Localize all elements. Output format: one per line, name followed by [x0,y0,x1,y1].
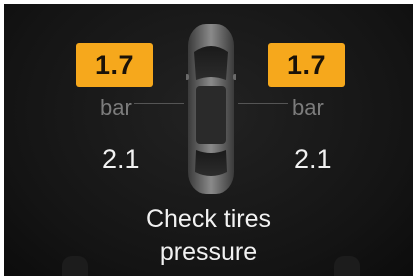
faded-indicator-right [334,256,360,276]
car-top-view-icon [186,24,236,194]
right-leader-line [238,103,288,104]
warning-message-line1: Check tires [145,205,272,233]
front-right-pressure-badge: 1.7 [268,43,345,87]
rear-right-pressure: 2.1 [294,144,332,174]
left-leader-line [134,103,184,104]
rear-left-pressure: 2.1 [102,144,140,174]
faded-indicator-left [62,256,88,276]
right-unit-label: bar [292,95,324,120]
left-unit-label: bar [100,95,132,120]
tire-pressure-display: 1.7 1.7 bar bar 2.1 2.1 Check tires pres… [4,4,413,276]
front-left-pressure-badge: 1.7 [76,43,153,87]
